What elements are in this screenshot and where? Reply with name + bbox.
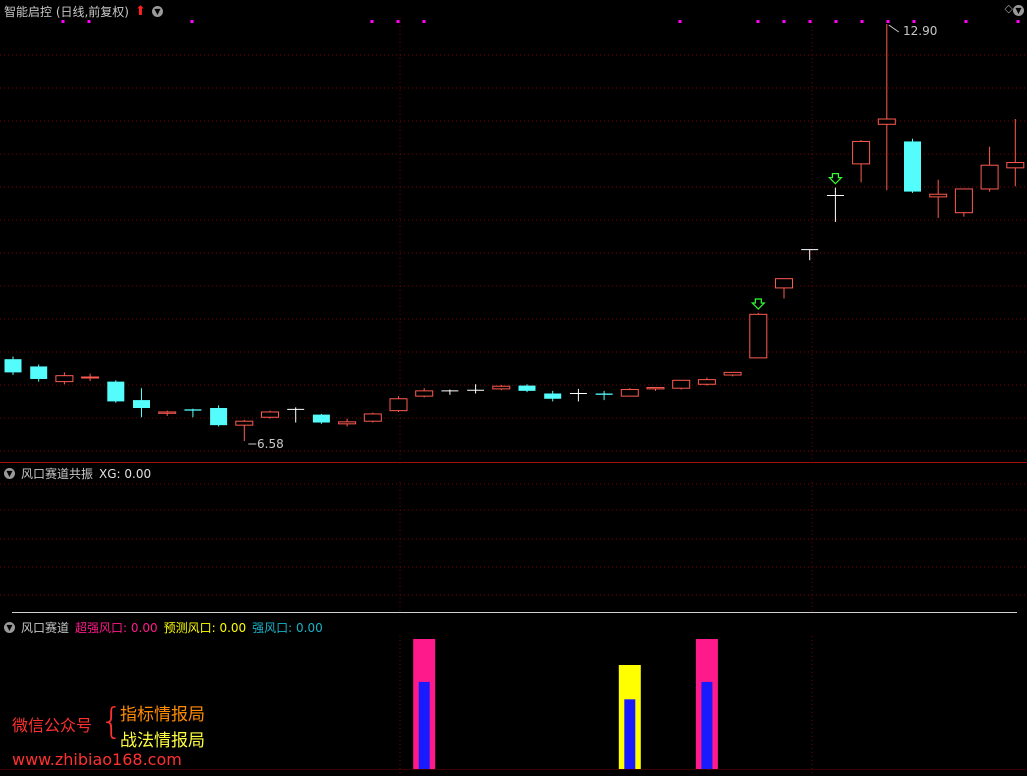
candle-body — [158, 411, 177, 414]
candle-body — [363, 413, 382, 422]
main-chart-panel[interactable]: 智能启控 (日线,前复权) ⬆ ▼ ◇ ▼ 12.90 6.58 — [0, 0, 1027, 462]
candle-body — [415, 390, 434, 397]
candle-body — [723, 371, 742, 376]
candle-body — [133, 400, 150, 409]
candle-body — [954, 188, 973, 214]
signal-dot — [190, 20, 194, 23]
panel-divider-white — [12, 612, 1017, 613]
watermark-line1: 指标情报局 — [120, 705, 205, 725]
signal-dot — [834, 20, 838, 23]
candle-body — [1006, 162, 1025, 169]
candle-body — [697, 379, 716, 385]
signal-dot — [1016, 20, 1020, 23]
signal-dot — [678, 20, 682, 23]
candle-body — [55, 375, 74, 383]
high-price-value: 12.90 — [903, 24, 938, 38]
resonance-title-bar: ▼ 风口赛道共振 XG: 0.00 — [4, 465, 151, 482]
buy-arrow-icon — [750, 298, 766, 310]
wechat-label: 微信公众号 — [12, 716, 93, 735]
candle-body — [30, 366, 48, 379]
legend-predict: 预测风口: 0.00 — [163, 621, 247, 635]
candle-body — [389, 398, 408, 412]
legend-super-strong: 超强风口: 0.00 — [75, 621, 158, 635]
candle-body — [107, 381, 125, 402]
xg-value: XG: 0.00 — [99, 466, 152, 481]
main-title-bar: 智能启控 (日线,前复权) ⬆ ▼ — [4, 3, 163, 20]
main-title: 智能启控 (日线,前复权) — [4, 5, 129, 19]
wind-track-panel[interactable]: ▼ 风口赛道 超强风口: 0.00 预测风口: 0.00 强风口: 0.00 微… — [0, 616, 1027, 776]
low-price-label: 6.58 — [257, 437, 284, 451]
resonance-title: 风口赛道共振 — [21, 467, 94, 481]
high-price-label: 12.90 — [903, 24, 937, 38]
signal-dot — [422, 20, 426, 23]
resonance-panel[interactable]: ▼ 风口赛道共振 XG: 0.00 — [0, 462, 1027, 614]
high-pointer — [888, 24, 900, 33]
candle-body — [184, 409, 202, 411]
candle-body — [595, 393, 613, 395]
chevron-down-icon[interactable]: ▼ — [4, 468, 15, 479]
candle-body — [544, 393, 562, 399]
candle-body — [210, 408, 228, 426]
candlestick-chart[interactable] — [0, 0, 1027, 462]
signal-dot — [782, 20, 786, 23]
candle-body — [81, 376, 100, 379]
low-price-value: 6.58 — [257, 437, 284, 451]
watermark-line2: 战法情报局 — [120, 731, 205, 751]
signal-dot — [912, 20, 916, 23]
candle-body — [4, 359, 22, 373]
candle-body — [877, 118, 896, 125]
candle-body — [929, 193, 948, 198]
chevron-down-icon[interactable]: ▼ — [151, 6, 163, 17]
candle-body — [775, 278, 793, 289]
signal-dot — [886, 20, 890, 23]
signal-bar-inner — [624, 699, 636, 769]
signal-dot — [87, 20, 91, 23]
candle-body — [235, 420, 254, 426]
candle-body — [312, 414, 330, 423]
resonance-grid — [0, 482, 1027, 614]
candle-body — [904, 141, 921, 192]
signal-dot — [808, 20, 812, 23]
signal-dot — [860, 20, 864, 23]
candle-body — [646, 387, 665, 390]
signal-dot — [396, 20, 400, 23]
red-up-arrow-icon[interactable]: ⬆ — [135, 5, 146, 18]
wind-track-title: 风口赛道 — [21, 621, 70, 635]
watermark-url: www.zhibiao168.com — [12, 750, 182, 769]
signal-dot — [61, 20, 65, 23]
buy-arrow-icon — [827, 173, 843, 185]
candle-body — [261, 411, 279, 418]
signal-bar-inner — [701, 681, 713, 769]
signal-dot — [370, 20, 374, 23]
candle-body — [518, 385, 536, 391]
chevron-down-icon[interactable]: ▼ — [1013, 5, 1024, 16]
signal-dot — [964, 20, 968, 23]
candle-body — [620, 389, 639, 397]
signal-dot — [756, 20, 760, 23]
candle-body — [852, 140, 871, 165]
candle-body — [672, 379, 691, 389]
candle-body — [492, 385, 511, 390]
signal-bar-inner — [418, 681, 430, 769]
diamond-icon[interactable]: ◇ — [1005, 2, 1013, 15]
candle-body — [338, 421, 357, 425]
legend-strong: 强风口: 0.00 — [252, 621, 323, 635]
candle-body — [980, 164, 999, 190]
candle-body — [749, 313, 768, 359]
chevron-down-icon[interactable]: ▼ — [4, 622, 15, 633]
wind-track-title-bar: ▼ 风口赛道 超强风口: 0.00 预测风口: 0.00 强风口: 0.00 — [4, 619, 323, 636]
